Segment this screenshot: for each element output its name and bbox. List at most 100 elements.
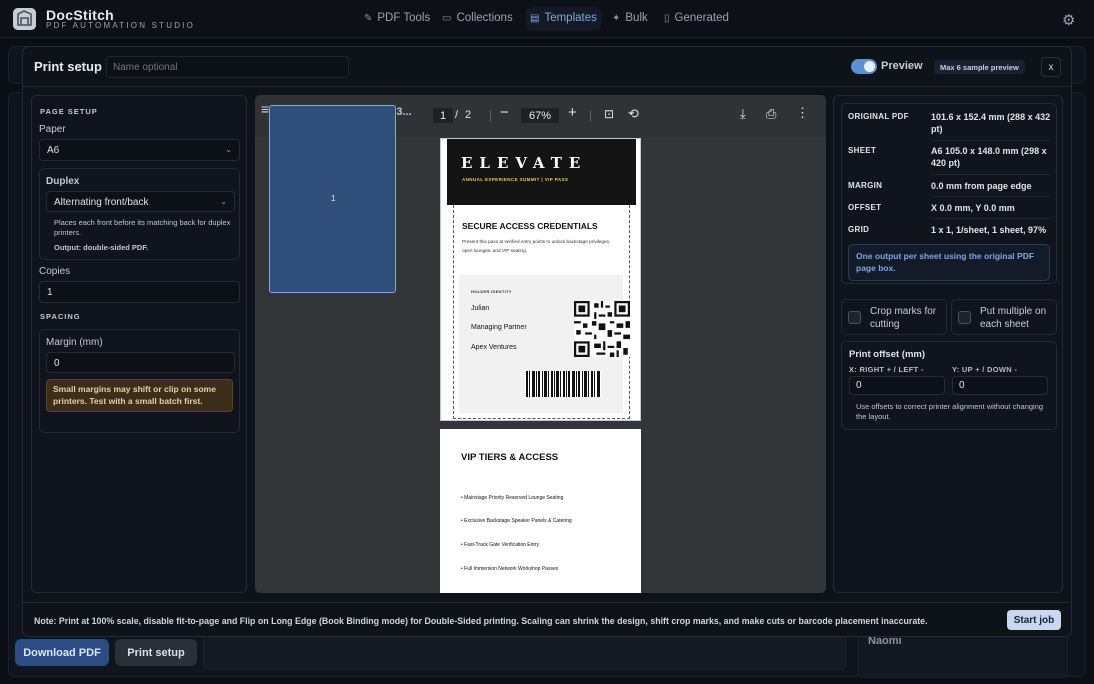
tier-item: • Mainstage Priority Reserved Lounge Sea…: [461, 495, 564, 501]
crop-marks-label: Crop marks for cutting: [870, 306, 937, 330]
info-key: ORIGINAL PDF: [848, 112, 909, 121]
divider: [931, 140, 1051, 141]
margin-input[interactable]: 0: [46, 352, 235, 373]
zoom-in-icon[interactable]: +: [568, 104, 577, 121]
nav-templates[interactable]: ▤ Templates: [530, 12, 597, 24]
multiple-per-sheet-checkbox[interactable]: [958, 311, 971, 324]
download-icon[interactable]: ⤓: [740, 106, 746, 122]
info-value: 0.0 mm from page edge: [931, 181, 1032, 191]
tiers-title: VIP TIERS & ACCESS: [461, 452, 559, 463]
page-thumbnail[interactable]: 1: [269, 105, 396, 293]
print-setup-dialog: Print setup Preview Max 6 sample preview…: [22, 46, 1072, 637]
crop-marks-option[interactable]: Crop marks for cutting: [841, 299, 947, 335]
layout-info-card: ORIGINAL PDF 101.6 x 152.4 mm (288 x 432…: [841, 103, 1057, 284]
duplex-card: Duplex Alternating front/back ⌄ Places ea…: [39, 168, 240, 260]
pass-body-text: Present this pass at verified entry poin…: [462, 239, 611, 253]
pass-tagline: ANNUAL EXPERIENCE SUMMIT | VIP PASS: [462, 177, 569, 182]
print-offset-title: Print offset (mm): [849, 349, 925, 360]
logo-icon[interactable]: [13, 8, 36, 30]
holder-company: Apex Ventures: [471, 344, 517, 351]
close-button[interactable]: x: [1041, 57, 1061, 77]
copies-input[interactable]: 1: [39, 281, 240, 303]
holder-role: Managing Partner: [471, 324, 527, 331]
page-total: 2: [465, 109, 472, 121]
rotate-icon[interactable]: ⟲: [628, 106, 639, 122]
pdf-page-1: ELEVATE ANNUAL EXPERIENCE SUMMIT | VIP P…: [440, 138, 641, 421]
preview-label: Preview: [881, 60, 923, 72]
info-value: X 0.0 mm, Y 0.0 mm: [931, 203, 1015, 213]
barcode: [525, 371, 601, 397]
zoom-level-input[interactable]: 67%: [521, 108, 559, 123]
holder-name: Julian: [471, 305, 490, 312]
page-separator: /: [455, 109, 459, 121]
dialog-footer: Note: Print at 100% scale, disable fit-t…: [23, 602, 1071, 636]
spacing-card: Margin (mm) 0 Small margins may shift or…: [39, 329, 240, 433]
spacing-heading: SPACING: [40, 312, 81, 321]
dialog-title: Print setup: [34, 59, 102, 74]
pass-header: ELEVATE ANNUAL EXPERIENCE SUMMIT | VIP P…: [447, 139, 636, 205]
document-icon: ▯: [664, 12, 670, 24]
chevron-down-icon: ⌄: [220, 197, 227, 206]
duplex-select[interactable]: Alternating front/back ⌄: [46, 191, 235, 212]
margin-warning: Small margins may shift or clip on some …: [46, 379, 233, 412]
sparkle-icon: ✦: [612, 12, 621, 24]
duplex-output-note: Output: double-sided PDF.: [54, 243, 149, 252]
page-number-input[interactable]: 1: [433, 108, 453, 123]
offset-y-label: Y: UP + / DOWN -: [952, 365, 1018, 374]
job-name-input[interactable]: [106, 56, 349, 78]
print-summary-panel: ORIGINAL PDF 101.6 x 152.4 mm (288 x 432…: [833, 95, 1063, 593]
start-job-button[interactable]: Start job: [1007, 610, 1061, 630]
margin-label: Margin (mm): [46, 337, 103, 348]
crop-marks-checkbox[interactable]: [848, 311, 861, 324]
multiple-per-sheet-label: Put multiple on each sheet: [980, 306, 1047, 330]
fit-page-icon[interactable]: ⊡: [604, 107, 614, 121]
thumbnail-page-number: 1: [331, 194, 336, 203]
tier-item: • Fast-Track Gate Verification Entry: [461, 542, 539, 548]
gear-icon[interactable]: ⚙: [1062, 11, 1075, 29]
holder-card: HOLDER IDENTITY Julian Managing Partner …: [459, 275, 630, 413]
more-options-icon[interactable]: ⋮: [796, 105, 809, 121]
nav-pdf-tools[interactable]: ✎ PDF Tools: [364, 12, 430, 24]
paper-label: Paper: [39, 124, 66, 135]
tier-item: • Full Immersion Network Workshop Passes: [461, 566, 559, 572]
divider: [931, 218, 1051, 219]
print-setup-button[interactable]: Print setup: [115, 639, 197, 666]
print-offset-card: Print offset (mm) X: RIGHT + / LEFT - Y:…: [841, 341, 1057, 430]
info-value: 101.6 x 152.4 mm (288 x 432 pt): [931, 112, 1051, 134]
template-icon: ▤: [530, 12, 540, 24]
top-nav-bar: DocStitch PDF AUTOMATION STUDIO ✎ PDF Too…: [0, 0, 1094, 38]
zoom-out-icon[interactable]: −: [500, 104, 509, 121]
brand-subtitle: PDF AUTOMATION STUDIO: [46, 21, 196, 30]
info-key: MARGIN: [848, 181, 883, 190]
paper-select[interactable]: A6 ⌄: [39, 139, 240, 161]
toolbar-divider: [590, 110, 591, 122]
tier-item: • Exclusive Backstage Speaker Panels & C…: [461, 518, 572, 524]
info-key: SHEET: [848, 146, 877, 155]
toolbar-divider: [490, 110, 491, 122]
hamburger-icon[interactable]: ≡: [261, 101, 269, 117]
offset-x-input[interactable]: 0: [849, 376, 945, 395]
info-value: 1 x 1, 1/sheet, 1 sheet, 97%: [931, 225, 1047, 235]
divider: [931, 196, 1051, 197]
page-setup-panel: PAGE SETUP Paper A6 ⌄ Duplex Alternating …: [31, 95, 247, 593]
folder-icon: ▭: [442, 12, 452, 24]
preview-toggle[interactable]: [851, 59, 877, 74]
qr-code: [574, 301, 630, 357]
dialog-header: Print setup Preview Max 6 sample preview…: [23, 47, 1071, 87]
print-icon[interactable]: ⎙: [766, 106, 776, 122]
multiple-per-sheet-option[interactable]: Put multiple on each sheet: [951, 299, 1057, 335]
chevron-down-icon: ⌄: [225, 145, 232, 154]
nav-collections[interactable]: ▭ Collections: [442, 12, 513, 24]
max-sample-badge: Max 6 sample preview: [934, 60, 1025, 74]
nav-bulk[interactable]: ✦ Bulk: [612, 12, 648, 24]
offset-note: Use offsets to correct printer alignment…: [856, 402, 1044, 421]
pdf-page-2: VIP TIERS & ACCESS • Mainstage Priority …: [440, 429, 641, 593]
info-value: A6 105.0 x 148.0 mm (298 x 420 pt): [931, 146, 1047, 168]
nav-generated[interactable]: ▯ Generated: [664, 12, 729, 24]
info-key: GRID: [848, 225, 870, 234]
download-pdf-button[interactable]: Download PDF: [15, 639, 109, 666]
layout-note: One output per sheet using the original …: [848, 244, 1050, 281]
offset-y-input[interactable]: 0: [952, 376, 1048, 395]
print-note: Note: Print at 100% scale, disable fit-t…: [34, 616, 928, 626]
pdf-preview-viewer: ≡ cb87c8d9-3f03-4b3... 1 / 2 − 67% + ⊡ ⟲…: [255, 95, 826, 593]
